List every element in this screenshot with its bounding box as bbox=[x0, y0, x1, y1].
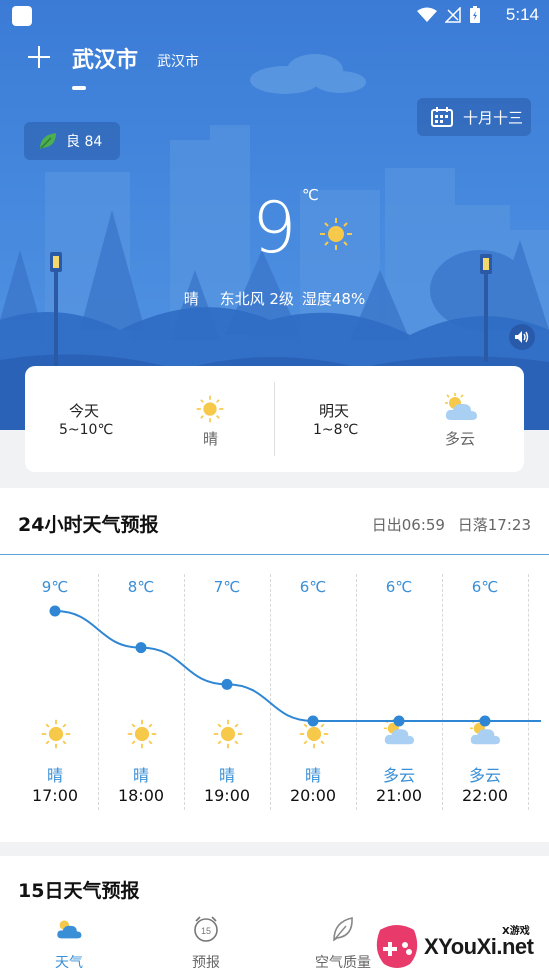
section-divider bbox=[0, 554, 549, 555]
hourly-forecast-card: 24小时天气预报 日出06:59 日落17:23 9℃ 晴 17:00 8℃ 晴 18:0… bbox=[0, 488, 549, 842]
calendar-icon bbox=[431, 107, 453, 127]
page-indicator bbox=[72, 86, 86, 90]
hourly-time: 22:00 bbox=[461, 786, 509, 805]
plus-icon bbox=[28, 46, 50, 68]
tomorrow-label: 明天 bbox=[319, 402, 350, 420]
hourly-time: 18:00 bbox=[117, 786, 165, 805]
temperature-line bbox=[54, 610, 541, 722]
current-conditions: 晴 东北风 2级 湿度48% bbox=[0, 288, 549, 309]
app-notification-icon bbox=[12, 6, 32, 26]
hourly-time: 20:00 bbox=[289, 786, 337, 805]
nav-label-forecast: 预报 bbox=[192, 955, 220, 971]
wifi-icon bbox=[417, 7, 437, 22]
sunset-time: 日落17:23 bbox=[457, 516, 531, 534]
sun-icon bbox=[320, 218, 352, 250]
nav-tab-weather[interactable]: 天气 bbox=[14, 912, 124, 972]
watermark-text: XYouXi.net bbox=[424, 934, 534, 959]
sun-icon bbox=[212, 718, 244, 754]
partly-cloudy-icon bbox=[445, 393, 477, 420]
today-tomorrow-card[interactable]: 今天 5~10℃ 晴 明天 1~8℃ 多云 bbox=[25, 366, 524, 472]
sun-icon bbox=[196, 395, 224, 423]
column-separator bbox=[528, 574, 529, 810]
battery-icon bbox=[470, 6, 480, 23]
leaf-icon bbox=[40, 133, 56, 149]
current-humidity: 湿度48% bbox=[301, 290, 366, 308]
fifteen-day-title: 15日天气预报 bbox=[18, 880, 140, 902]
today-range: 5~10℃ bbox=[59, 422, 114, 438]
hourly-condition: 多云 bbox=[468, 766, 501, 785]
current-temperature: 9 bbox=[252, 187, 297, 269]
current-wind: 东北风 2级 bbox=[219, 290, 294, 308]
forecast-15-icon: 15 bbox=[194, 916, 218, 942]
sun-times: 日出06:59 日落17:23 bbox=[364, 514, 531, 535]
weather-icon bbox=[57, 920, 82, 939]
hourly-condition: 晴 bbox=[132, 766, 149, 785]
column-separator bbox=[442, 574, 443, 810]
aqi-badge[interactable]: 良 84 bbox=[24, 122, 120, 160]
current-condition: 晴 bbox=[183, 290, 199, 308]
hourly-time: 17:00 bbox=[31, 786, 79, 805]
watermark-logo-icon bbox=[376, 925, 418, 968]
sun-icon bbox=[298, 718, 330, 754]
hourly-forecast-title: 24小时天气预报 bbox=[18, 514, 159, 536]
today-condition: 晴 bbox=[203, 430, 219, 448]
hourly-temp: 6℃ bbox=[299, 578, 327, 596]
status-time: 5:14 bbox=[505, 5, 539, 24]
today-label: 今天 bbox=[69, 402, 100, 420]
svg-text:15: 15 bbox=[201, 926, 211, 936]
hourly-temp: 9℃ bbox=[41, 578, 69, 596]
status-icons bbox=[417, 6, 481, 24]
nav-label-weather: 天气 bbox=[55, 955, 83, 971]
today-summary[interactable]: 今天 5~10℃ 晴 bbox=[25, 366, 274, 472]
tomorrow-summary[interactable]: 明天 1~8℃ 多云 bbox=[275, 366, 524, 472]
temperature-point bbox=[221, 678, 233, 690]
tomorrow-condition: 多云 bbox=[445, 430, 476, 448]
status-bar: 5:14 bbox=[0, 0, 549, 32]
column-separator bbox=[184, 574, 185, 810]
sun-icon bbox=[40, 718, 72, 754]
temperature-unit: ℃ bbox=[302, 186, 319, 204]
hourly-condition: 多云 bbox=[382, 766, 415, 785]
nav-tab-forecast[interactable]: 15 预报 bbox=[151, 912, 261, 972]
lunar-date-button[interactable]: 十月十三 bbox=[417, 98, 531, 136]
sun-icon bbox=[126, 718, 158, 754]
city-name[interactable]: 武汉市 bbox=[72, 42, 138, 74]
hourly-temp: 6℃ bbox=[471, 578, 499, 596]
hourly-time: 21:00 bbox=[375, 786, 423, 805]
add-city-button[interactable] bbox=[24, 42, 54, 72]
sunrise-time: 日出06:59 bbox=[371, 516, 445, 534]
leaf-outline-icon bbox=[333, 917, 353, 942]
lunar-date-label: 十月十三 bbox=[463, 108, 524, 127]
hourly-temp: 7℃ bbox=[213, 578, 241, 596]
hourly-temp: 6℃ bbox=[385, 578, 413, 596]
temperature-point bbox=[135, 642, 147, 654]
tomorrow-range: 1~8℃ bbox=[313, 422, 359, 438]
aqi-label: 良 84 bbox=[66, 134, 103, 150]
column-separator bbox=[356, 574, 357, 810]
hourly-condition: 晴 bbox=[218, 766, 235, 785]
temperature-point bbox=[49, 605, 61, 617]
speaker-icon bbox=[515, 331, 529, 343]
column-separator bbox=[270, 574, 271, 810]
partly-cloudy-icon bbox=[382, 718, 416, 752]
site-watermark: X游戏 XYouXi.net bbox=[372, 916, 544, 972]
hourly-condition: 晴 bbox=[304, 766, 321, 785]
hourly-temp: 8℃ bbox=[127, 578, 155, 596]
city-district: 武汉市 bbox=[157, 54, 199, 70]
column-separator bbox=[98, 574, 99, 810]
no-signal-icon bbox=[445, 7, 461, 23]
hourly-condition: 晴 bbox=[46, 766, 63, 785]
partly-cloudy-icon bbox=[468, 718, 502, 752]
hourly-time: 19:00 bbox=[203, 786, 251, 805]
voice-broadcast-button[interactable] bbox=[509, 324, 535, 350]
